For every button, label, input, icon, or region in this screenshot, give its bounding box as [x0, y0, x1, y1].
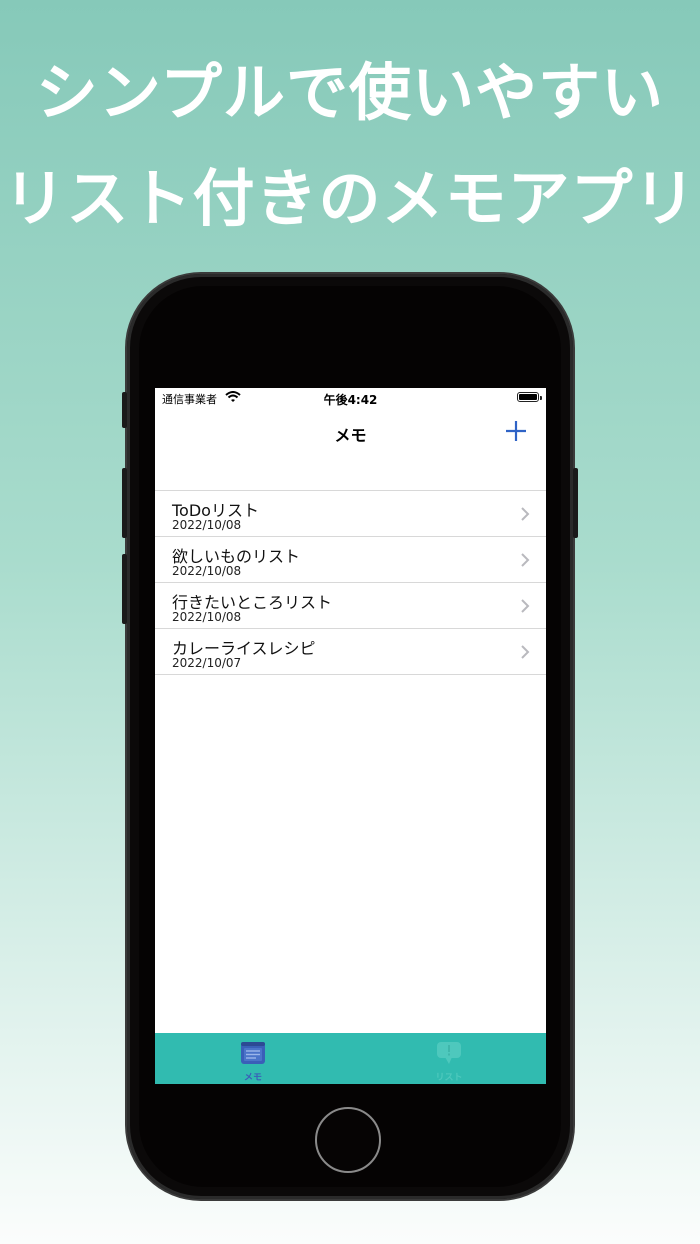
page-title: メモ	[334, 426, 367, 445]
memo-row[interactable]: 行きたいところリスト 2022/10/08	[155, 583, 546, 629]
volume-up-button	[122, 468, 127, 538]
memo-list: ToDoリスト 2022/10/08 欲しいものリスト 2022/10/08 行…	[155, 490, 546, 675]
memo-date: 2022/10/07	[172, 656, 242, 670]
tab-list-label: リスト	[435, 1073, 463, 1083]
memo-row[interactable]: ToDoリスト 2022/10/08	[155, 491, 546, 537]
chevron-right-icon	[521, 507, 530, 521]
navigation-bar: メモ	[155, 408, 546, 458]
note-icon	[241, 1042, 265, 1064]
chevron-right-icon	[521, 645, 530, 659]
chevron-right-icon	[521, 599, 530, 613]
mute-switch	[122, 392, 127, 428]
volume-down-button	[122, 554, 127, 624]
add-memo-button[interactable]	[504, 419, 528, 443]
app-screen: 通信事業者 午後4:42 メモ ToDoリスト 2022/10/08 欲しいもの…	[155, 388, 546, 1084]
memo-row[interactable]: カレーライスレシピ 2022/10/07	[155, 629, 546, 675]
speech-bubble-icon	[437, 1042, 461, 1064]
power-button	[573, 468, 578, 538]
home-button[interactable]	[315, 1107, 381, 1173]
tab-memo-label: メモ	[243, 1073, 262, 1083]
tab-memo[interactable]: メモ	[155, 1033, 351, 1084]
memo-date: 2022/10/08	[172, 610, 242, 624]
promo-headline-line2: リスト付きのメモアプリ	[3, 162, 697, 235]
promo-headline-line1: シンプルで使いやすい	[35, 56, 665, 129]
memo-date: 2022/10/08	[172, 564, 242, 578]
battery-icon	[517, 392, 542, 402]
tab-list[interactable]: リスト	[351, 1033, 546, 1084]
memo-date: 2022/10/08	[172, 518, 242, 532]
memo-row[interactable]: 欲しいものリスト 2022/10/08	[155, 537, 546, 583]
chevron-right-icon	[521, 553, 530, 567]
tab-bar: メモ リスト	[155, 1033, 546, 1084]
status-bar: 通信事業者 午後4:42	[155, 388, 546, 408]
status-time: 午後4:42	[323, 393, 378, 407]
